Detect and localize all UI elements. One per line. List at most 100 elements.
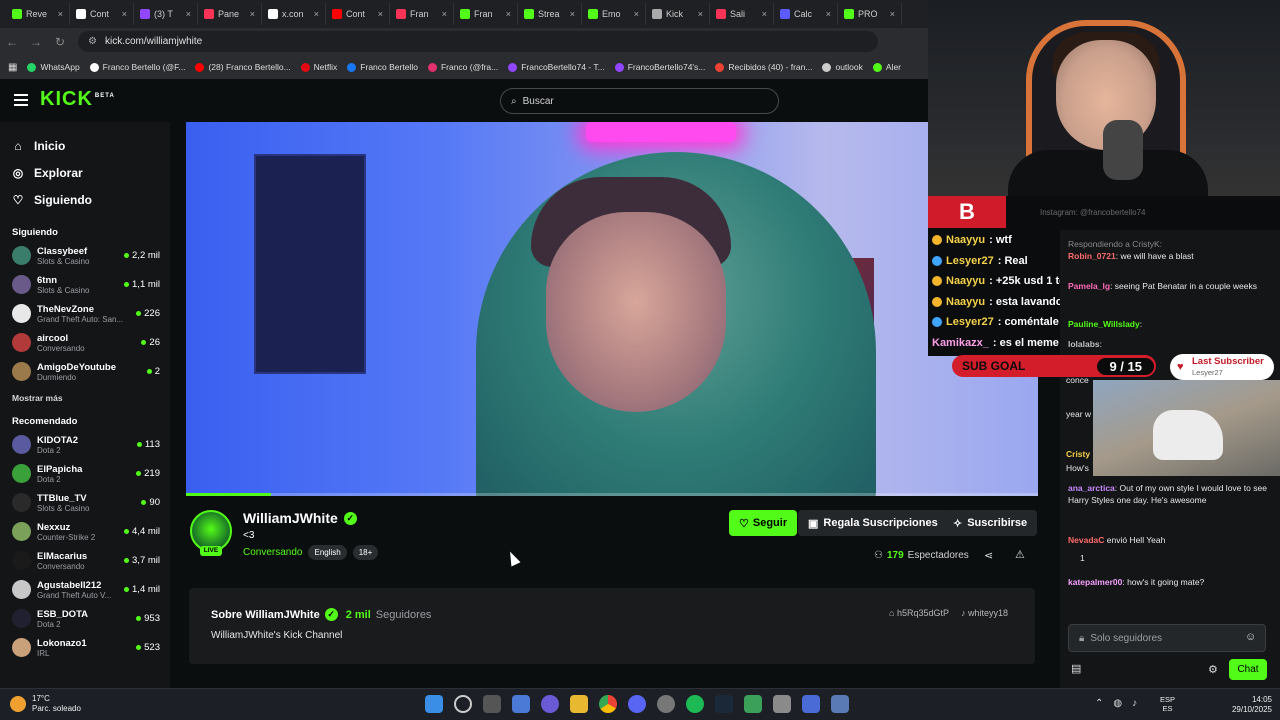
tab-close-icon[interactable]: × (186, 9, 191, 19)
app2-icon[interactable] (744, 695, 762, 713)
reload-icon[interactable]: ↻ (48, 35, 72, 49)
weather-widget[interactable]: 17°C Parc. soleado (10, 694, 81, 714)
spotify-icon[interactable] (686, 695, 704, 713)
browser-tab[interactable]: Sali × (710, 3, 774, 25)
browser-tab[interactable]: x.con × (262, 3, 326, 25)
chat-username[interactable]: Cristy (1066, 449, 1090, 459)
show-more-link[interactable]: Mostrar más (0, 386, 170, 410)
chat-username[interactable]: Pauline_Willslady (1068, 319, 1140, 329)
browser-tab[interactable]: PRO × (838, 3, 902, 25)
browser-tab[interactable]: Fran × (390, 3, 454, 25)
channel-item[interactable]: aircool Conversando 26 (0, 328, 170, 357)
nav-item-explorar[interactable]: ◎ Explorar (0, 159, 170, 186)
tab-close-icon[interactable]: × (890, 9, 895, 19)
app5-icon[interactable] (831, 695, 849, 713)
back-icon[interactable]: ← (0, 35, 24, 49)
chat-username[interactable]: ana_arctica (1068, 483, 1115, 493)
tag-language[interactable]: English (308, 545, 347, 560)
video-player[interactable] (186, 122, 1038, 496)
subscribe-button[interactable]: ✧ Suscribirse (943, 510, 1038, 536)
obs-icon[interactable] (657, 695, 675, 713)
chat-username[interactable]: katepalmer00 (1068, 577, 1122, 587)
mic-icon[interactable]: ♪ (1132, 698, 1137, 709)
channel-item[interactable]: Nexxuz Counter-Strike 2 4,4 mil (0, 517, 170, 546)
tab-close-icon[interactable]: × (762, 9, 767, 19)
streamer-name[interactable]: WilliamJWhite (243, 510, 338, 526)
tab-close-icon[interactable]: × (826, 9, 831, 19)
bookmark-item[interactable]: FrancoBertello74's... (614, 62, 705, 72)
browser-tab[interactable]: Emo × (582, 3, 646, 25)
channel-item[interactable]: ElPapicha Dota 2 219 (0, 459, 170, 488)
report-icon[interactable]: ⚠ (1015, 548, 1025, 561)
chat-username[interactable]: NevadaC (1068, 535, 1104, 545)
browser-tab[interactable]: Cont × (70, 3, 134, 25)
store-icon[interactable] (512, 695, 530, 713)
channel-item[interactable]: AmigoDeYoutube Durmiendo 2 (0, 357, 170, 386)
language-indicator[interactable]: ESP ES (1160, 695, 1175, 713)
channel-item[interactable]: Classybeef Slots & Casino 2,2 mil (0, 241, 170, 270)
tab-close-icon[interactable]: × (698, 9, 703, 19)
search-input[interactable]: ⌕ Buscar (500, 88, 779, 114)
tab-close-icon[interactable]: × (378, 9, 383, 19)
clock[interactable]: 14:05 29/10/2025 (1226, 695, 1272, 715)
tab-close-icon[interactable]: × (506, 9, 511, 19)
chat-send-button[interactable]: Chat (1229, 659, 1267, 680)
forward-icon[interactable]: → (24, 35, 48, 49)
nav-item-inicio[interactable]: ⌂ Inicio (0, 132, 170, 159)
app3-icon[interactable] (773, 695, 791, 713)
browser-tab[interactable]: Calc × (774, 3, 838, 25)
channel-item[interactable]: TTBlue_TV Slots & Casino 90 (0, 488, 170, 517)
bookmark-item[interactable]: Franco (@fra... (427, 62, 498, 72)
bookmark-item[interactable]: Franco Bertello (347, 62, 418, 72)
bookmark-item[interactable]: (28) Franco Bertello... (195, 62, 291, 72)
start-icon[interactable] (425, 695, 443, 713)
bookmark-item[interactable]: Franco Bertello (@F... (89, 62, 185, 72)
channel-item[interactable]: Lokonazo1 IRL 523 (0, 633, 170, 662)
tag-age[interactable]: 18+ (352, 545, 379, 560)
search-icon[interactable] (454, 695, 472, 713)
browser-tab[interactable]: Pane × (198, 3, 262, 25)
browser-tab[interactable]: Fran × (454, 3, 518, 25)
channel-item[interactable]: 6tnn Slots & Casino 1,1 mil (0, 270, 170, 299)
nav-item-siguiendo[interactable]: ♡ Siguiendo (0, 186, 170, 213)
bookmark-item[interactable]: Aler (872, 62, 901, 72)
site-info-icon[interactable]: ⚙ (88, 36, 97, 47)
settings-icon[interactable]: ⚙ (1208, 663, 1218, 676)
chat-username[interactable]: Robin_0721 (1068, 251, 1116, 261)
bookmark-item[interactable]: Recibidos (40) - fran... (715, 62, 812, 72)
channel-item[interactable]: ESB_DOTA Dota 2 953 (0, 604, 170, 633)
tab-close-icon[interactable]: × (570, 9, 575, 19)
tab-close-icon[interactable]: × (634, 9, 639, 19)
discord-icon[interactable] (628, 695, 646, 713)
steam-icon[interactable] (715, 695, 733, 713)
chat-username[interactable]: Pamela_lg (1068, 281, 1110, 291)
channel-item[interactable]: ElMacarius Conversando 3,7 mil (0, 546, 170, 575)
folder-icon[interactable] (570, 695, 588, 713)
app-icon[interactable] (541, 695, 559, 713)
gift-subs-button[interactable]: ▣ Regala Suscripciones (798, 510, 948, 536)
chat-username[interactable]: lolalabs (1068, 339, 1100, 349)
store-icon[interactable]: ▤ (1071, 662, 1081, 675)
channel-item[interactable]: TheNevZone Grand Theft Auto: San... 226 (0, 299, 170, 328)
channel-item[interactable]: KIDOTA2 Dota 2 113 (0, 430, 170, 459)
browser-tab[interactable]: Cont × (326, 3, 390, 25)
task-view-icon[interactable] (483, 695, 501, 713)
network-icon[interactable]: ◍ (1113, 698, 1122, 709)
bookmark-item[interactable]: WhatsApp (27, 62, 80, 72)
chrome-icon[interactable] (599, 695, 617, 713)
bookmark-item[interactable]: Netflix (300, 62, 337, 72)
kick-logo[interactable]: KICK BETA (40, 88, 115, 111)
bookmark-item[interactable]: FrancoBertello74 - T... (508, 62, 605, 72)
share-icon[interactable]: ⋖ (984, 549, 993, 562)
browser-tab[interactable]: Kick × (646, 3, 710, 25)
bookmark-item[interactable]: outlook (822, 62, 863, 72)
channel-item[interactable]: Agustabell212 Grand Theft Auto V... 1,4 mi… (0, 575, 170, 604)
emote-icon[interactable]: ☺ (1245, 631, 1256, 643)
browser-tab[interactable]: Reve × (6, 3, 70, 25)
chevron-up-icon[interactable]: ⌃ (1095, 698, 1103, 709)
tab-close-icon[interactable]: × (58, 9, 63, 19)
tab-close-icon[interactable]: × (250, 9, 255, 19)
tab-close-icon[interactable]: × (122, 9, 127, 19)
app4-icon[interactable] (802, 695, 820, 713)
tab-close-icon[interactable]: × (442, 9, 447, 19)
